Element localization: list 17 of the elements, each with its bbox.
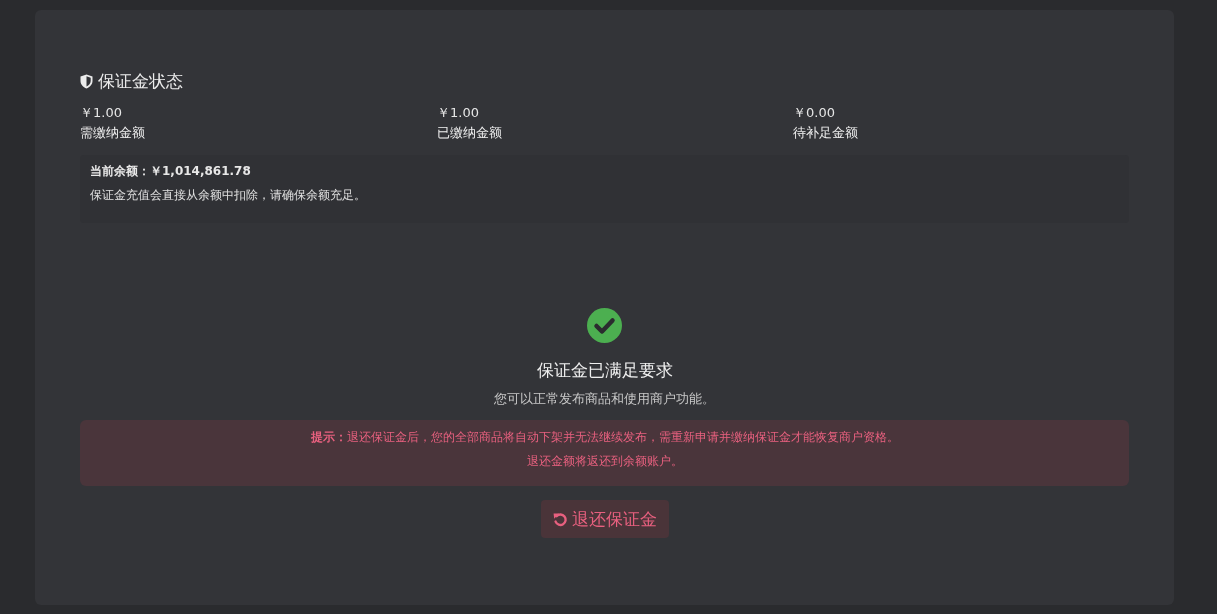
balance-note: 保证金充值会直接从余额中扣除，请确保余额充足。: [90, 187, 367, 204]
check-circle-icon: [587, 308, 622, 343]
shield-icon: [80, 73, 93, 89]
status-title: 保证金已满足要求: [536, 359, 673, 382]
amount-label: 待补足金额: [793, 124, 859, 142]
rotate-icon: [552, 511, 568, 527]
amount-value: ￥1.00: [437, 104, 480, 122]
amount-value: ￥1.00: [80, 104, 123, 122]
amount-label: 需缴纳金额: [80, 124, 146, 142]
warning-text: 提示：退还保证金后，您的全部商品将自动下架并无法继续发布，需重新申请并缴纳保证金才能恢复商户资格。: [310, 429, 899, 446]
status-description: 您可以正常发布商品和使用商户功能。: [494, 390, 715, 408]
refund-button[interactable]: 退还保证金: [540, 500, 669, 538]
balance-text: 当前余额：￥1,014,861.78: [90, 163, 252, 180]
amount-label: 已缴纳金额: [437, 124, 503, 142]
warning-text: 退还金额将返还到余额账户。: [526, 453, 683, 470]
amount-value: ￥0.00: [793, 104, 836, 122]
section-title: 保证金状态: [98, 70, 183, 93]
